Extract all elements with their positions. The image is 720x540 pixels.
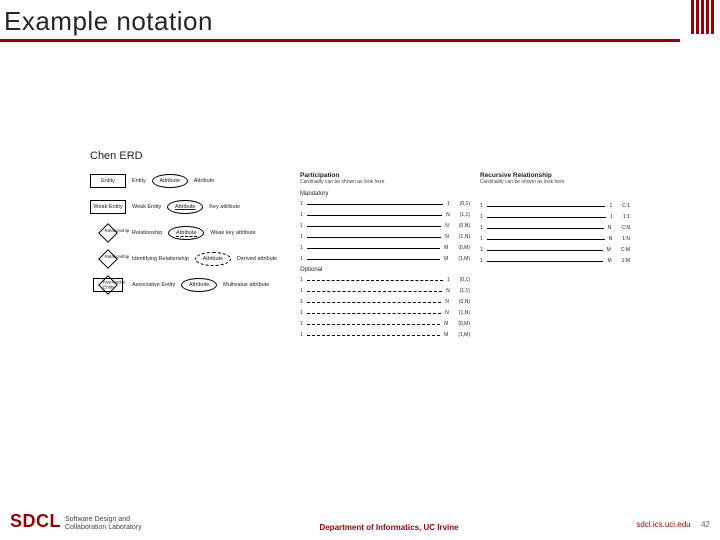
participation-column: Participation Cardinality can be shown a… (300, 172, 470, 343)
title-bar: Example notation (0, 0, 720, 42)
recursive-subtitle: Cardinality can be shown as look here (480, 179, 630, 185)
relation-row: 11(0,1) (300, 201, 470, 207)
attr-label: Weak key attribute (210, 230, 255, 236)
relationship-shape: Relationship (98, 223, 118, 243)
relation-row: 1M1:M (480, 258, 630, 264)
department-text: Department of Informatics, UC Irvine (319, 523, 458, 532)
relation-row: 1M(0,M) (300, 321, 470, 327)
relation-row: 1M(1,M) (300, 256, 470, 262)
content-area: Chen ERD Entity Entity Attribute Attribu… (90, 150, 660, 343)
slide-title: Example notation (0, 0, 720, 39)
shape-row: Relationship Relationship Attribute Weak… (90, 224, 290, 242)
shape-row: Entity Entity Attribute Attribute (90, 172, 290, 190)
sdcl-text: SDCL (10, 511, 61, 532)
relation-row: 1N(0,N) (300, 299, 470, 305)
entity-shape: Entity (90, 174, 126, 188)
shape-label: Relationship (132, 230, 162, 236)
footer: SDCL Software Design and Collaboration L… (0, 511, 720, 532)
weak-entity-shape: Weak Entity (90, 200, 126, 214)
weak-key-attr-shape: Attribute (168, 226, 204, 240)
participation-subtitle: Cardinality can be shown as look here (300, 179, 470, 185)
relation-row: 111:1 (480, 214, 630, 220)
url-text: sdcl.ics.uci.edu (636, 520, 690, 529)
sdcl-subtitle: Software Design and Collaboration Labora… (65, 516, 142, 532)
optional-heading: Optional (300, 267, 470, 273)
content-heading: Chen ERD (90, 150, 660, 162)
attr-label: Attribute (194, 178, 214, 184)
relation-row: 1MC:M (480, 247, 630, 253)
relation-row: 1N(1,1) (300, 212, 470, 218)
shape-row: Associative Entity Associative Entity At… (90, 276, 290, 294)
relation-row: 11C:1 (480, 203, 630, 209)
relation-row: 1N(1,N) (300, 310, 470, 316)
shape-label: Associative Entity (132, 282, 175, 288)
derived-attr-shape: Attribute (195, 252, 231, 266)
multival-attr-shape: Attribute (181, 278, 217, 292)
attr-label: Multivalue attribute (223, 282, 269, 288)
footer-right: sdcl.ics.uci.edu 42 (636, 514, 710, 532)
attr-shape: Attribute (152, 174, 188, 188)
relation-row: 1N(1,1) (300, 288, 470, 294)
participation-title: Participation (300, 172, 470, 179)
page-number: 42 (701, 520, 710, 529)
title-rule (0, 39, 680, 42)
shape-row: Relationship Identifying Relationship At… (90, 250, 290, 268)
relation-row: 1NC:N (480, 225, 630, 231)
sdcl-logo: SDCL Software Design and Collaboration L… (10, 511, 142, 532)
shape-label: Weak Entity (132, 204, 161, 210)
shapes-column: Entity Entity Attribute Attribute Weak E… (90, 172, 290, 343)
mandatory-heading: Mandatory (300, 191, 470, 197)
slide: Example notation Chen ERD Entity Entity … (0, 0, 720, 540)
recursive-column: Recursive Relationship Cardinality can b… (480, 172, 630, 343)
relation-row: 1M(0,M) (300, 245, 470, 251)
relation-row: 1M(1,M) (300, 332, 470, 338)
attr-label: Key attribute (209, 204, 240, 210)
shape-row: Weak Entity Weak Entity Attribute Key at… (90, 198, 290, 216)
shape-label: Identifying Relationship (132, 256, 189, 262)
relation-row: 1N1:N (480, 236, 630, 242)
shape-label: Entity (132, 178, 146, 184)
relation-row: 1N(0,N) (300, 223, 470, 229)
relation-row: 1N(1,N) (300, 234, 470, 240)
ident-rel-shape: Relationship (98, 249, 118, 269)
attr-label: Derived attribute (237, 256, 277, 262)
key-attr-shape: Attribute (167, 200, 203, 214)
recursive-title: Recursive Relationship (480, 172, 630, 179)
relation-row: 11(0,1) (300, 277, 470, 283)
corner-decoration (691, 0, 714, 34)
